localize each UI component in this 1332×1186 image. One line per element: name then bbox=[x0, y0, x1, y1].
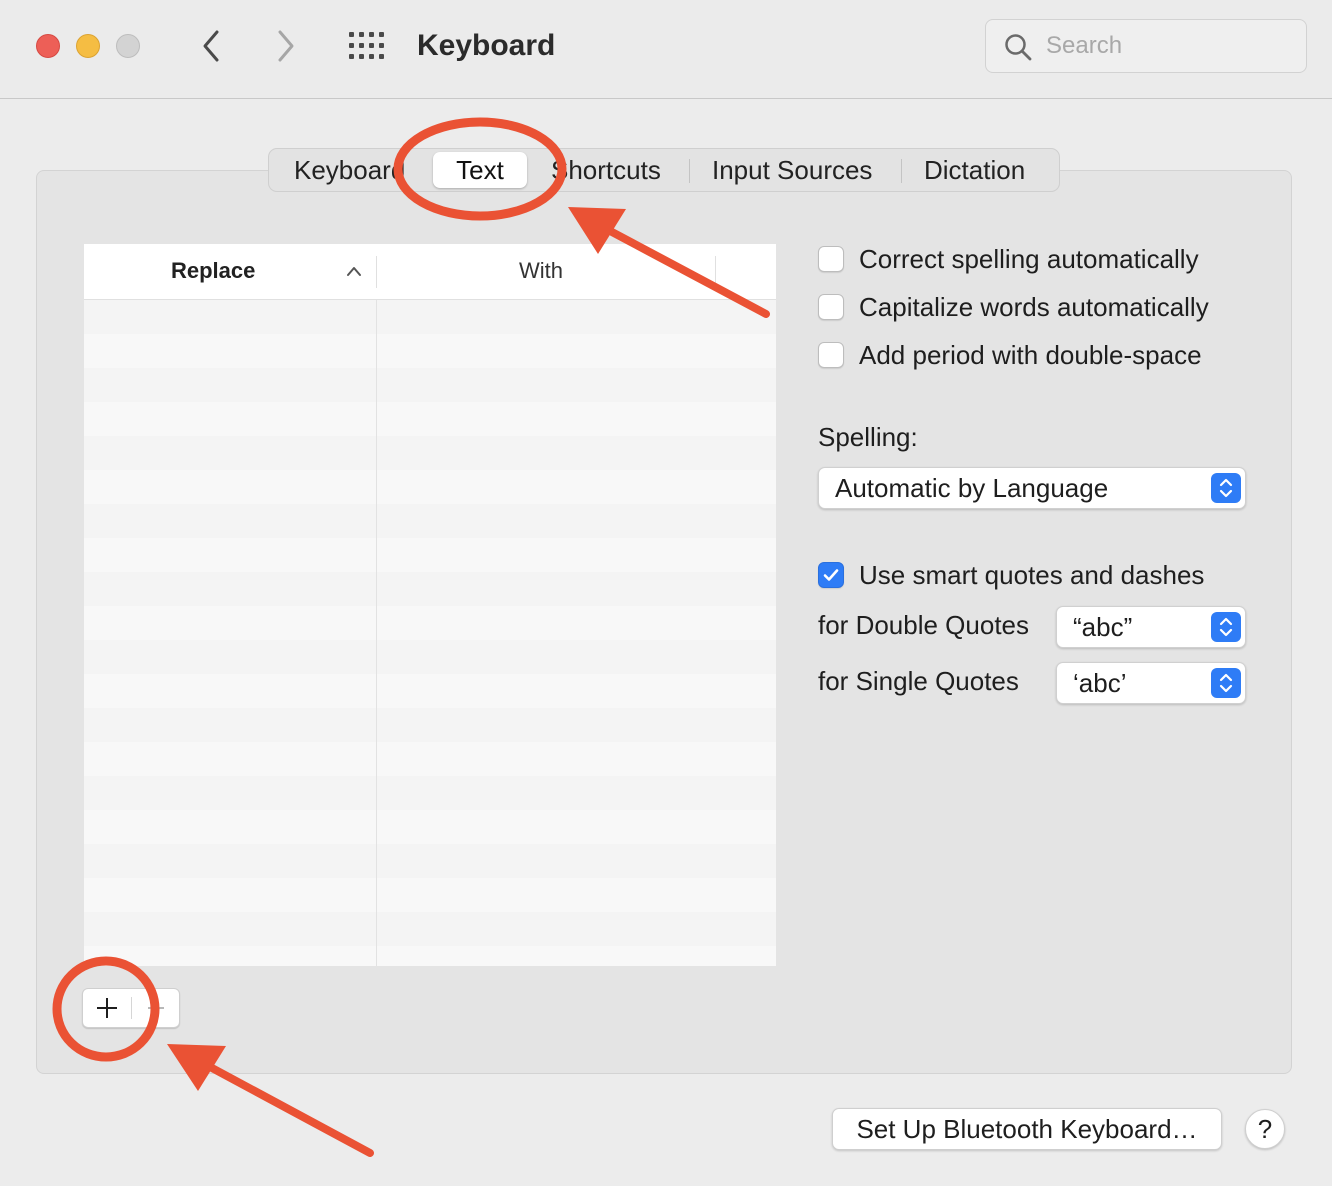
smart-quotes-checkbox[interactable] bbox=[818, 562, 844, 588]
forward-button[interactable] bbox=[266, 26, 306, 66]
spelling-value: Automatic by Language bbox=[835, 472, 1109, 503]
back-button[interactable] bbox=[191, 26, 231, 66]
updown-chevron-icon bbox=[1211, 668, 1241, 698]
table-row bbox=[84, 878, 776, 912]
zoom-window-button[interactable] bbox=[116, 34, 140, 58]
capitalize-words-label: Capitalize words automatically bbox=[859, 291, 1209, 322]
spelling-label: Spelling: bbox=[818, 422, 918, 452]
table-row bbox=[84, 844, 776, 878]
capitalize-words-checkbox[interactable] bbox=[818, 294, 844, 320]
single-quotes-popup[interactable]: ‘abc’ bbox=[1056, 662, 1246, 704]
plus-icon bbox=[97, 998, 117, 1018]
table-row bbox=[84, 742, 776, 776]
add-period-checkbox[interactable] bbox=[818, 342, 844, 368]
table-row bbox=[84, 776, 776, 810]
tab-input-sources[interactable]: Input Sources bbox=[712, 149, 872, 191]
double-quotes-value: “abc” bbox=[1073, 611, 1133, 642]
setup-bluetooth-keyboard-button[interactable]: Set Up Bluetooth Keyboard… bbox=[832, 1108, 1222, 1150]
text-replacement-table[interactable]: Replace With bbox=[84, 244, 776, 966]
smart-quotes-option[interactable]: Use smart quotes and dashes bbox=[818, 559, 1204, 591]
grid-icon bbox=[349, 32, 384, 59]
tab-bar: Keyboard Text Shortcuts Input Sources Di… bbox=[268, 148, 1060, 192]
spelling-popup[interactable]: Automatic by Language bbox=[818, 467, 1246, 509]
double-quotes-popup[interactable]: “abc” bbox=[1056, 606, 1246, 648]
table-row bbox=[84, 300, 776, 334]
table-row bbox=[84, 504, 776, 538]
smart-quotes-label: Use smart quotes and dashes bbox=[859, 559, 1205, 590]
add-period-option[interactable]: Add period with double-space bbox=[818, 339, 1202, 371]
column-header-with[interactable]: With bbox=[519, 258, 563, 284]
search-input[interactable] bbox=[1046, 30, 1286, 62]
minimize-window-button[interactable] bbox=[76, 34, 100, 58]
tab-keyboard[interactable]: Keyboard bbox=[294, 149, 405, 191]
correct-spelling-label: Correct spelling automatically bbox=[859, 243, 1199, 274]
table-row bbox=[84, 810, 776, 844]
column-header-replace[interactable]: Replace bbox=[171, 258, 255, 284]
table-header: Replace With bbox=[84, 244, 776, 300]
column-divider[interactable] bbox=[376, 256, 377, 288]
add-remove-control bbox=[82, 988, 180, 1028]
chevron-left-icon bbox=[203, 30, 219, 62]
tab-text[interactable]: Text bbox=[433, 152, 527, 188]
add-replacement-button[interactable] bbox=[83, 989, 131, 1027]
search-icon bbox=[1005, 34, 1032, 61]
correct-spelling-checkbox[interactable] bbox=[818, 246, 844, 272]
table-row bbox=[84, 436, 776, 470]
tab-shortcuts[interactable]: Shortcuts bbox=[551, 149, 661, 191]
updown-chevron-icon bbox=[1211, 612, 1241, 642]
table-row bbox=[84, 402, 776, 436]
single-quotes-label: for Single Quotes bbox=[818, 666, 1019, 696]
table-row bbox=[84, 334, 776, 368]
table-row bbox=[84, 946, 776, 966]
double-quotes-label: for Double Quotes bbox=[818, 610, 1030, 640]
table-row bbox=[84, 368, 776, 402]
table-row bbox=[84, 912, 776, 946]
add-period-label: Add period with double-space bbox=[859, 339, 1202, 370]
column-divider bbox=[376, 300, 377, 966]
tab-divider bbox=[689, 159, 690, 183]
minus-icon bbox=[148, 1007, 164, 1009]
table-body[interactable] bbox=[84, 300, 776, 966]
updown-chevron-icon bbox=[1211, 473, 1241, 503]
show-all-button[interactable] bbox=[347, 30, 387, 62]
tab-dictation[interactable]: Dictation bbox=[924, 149, 1025, 191]
correct-spelling-option[interactable]: Correct spelling automatically bbox=[818, 243, 1199, 275]
table-row bbox=[84, 572, 776, 606]
table-row bbox=[84, 470, 776, 504]
column-divider[interactable] bbox=[715, 256, 716, 288]
table-row bbox=[84, 640, 776, 674]
checkmark-icon bbox=[823, 569, 839, 581]
window-title: Keyboard bbox=[417, 29, 556, 62]
sort-ascending-icon bbox=[347, 267, 361, 276]
remove-replacement-button[interactable] bbox=[132, 989, 180, 1027]
table-row bbox=[84, 708, 776, 742]
tab-divider bbox=[901, 159, 902, 183]
table-row bbox=[84, 606, 776, 640]
chevron-right-icon bbox=[278, 30, 294, 62]
table-row bbox=[84, 674, 776, 708]
help-button[interactable]: ? bbox=[1245, 1109, 1285, 1149]
capitalize-words-option[interactable]: Capitalize words automatically bbox=[818, 291, 1209, 323]
table-row bbox=[84, 538, 776, 572]
single-quotes-value: ‘abc’ bbox=[1073, 667, 1127, 698]
close-window-button[interactable] bbox=[36, 34, 60, 58]
search-field[interactable] bbox=[985, 19, 1307, 73]
